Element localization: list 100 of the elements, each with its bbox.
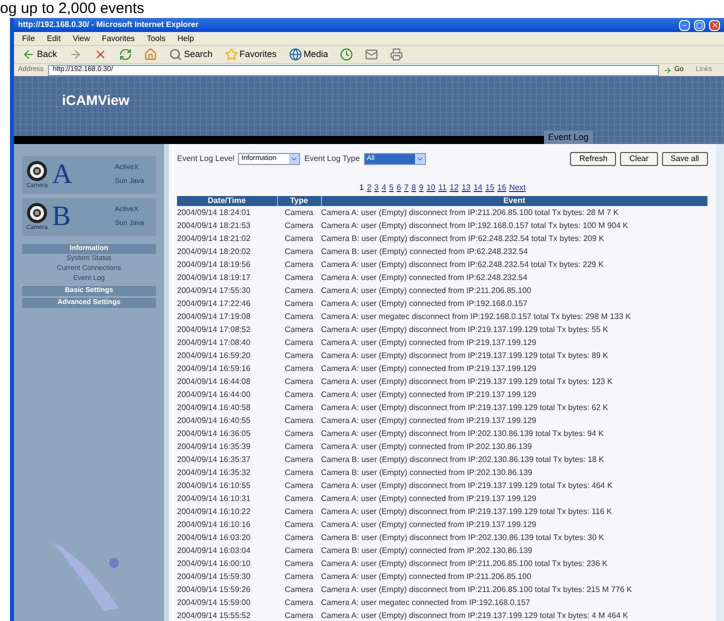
close-button[interactable] bbox=[709, 20, 720, 30]
page-link[interactable]: 11 bbox=[438, 182, 447, 194]
mail-icon bbox=[365, 48, 378, 61]
table-cell-text: 2004/09/14 15:59:00 bbox=[177, 597, 252, 609]
table-cell-text: Camera B: user (Empty) disconnect from IP:202.130.86.139 total Tx bytes: 18 K bbox=[321, 454, 606, 466]
page-link[interactable]: 14 bbox=[473, 182, 482, 194]
page-title: Event Log bbox=[544, 130, 593, 144]
page-link[interactable]: 1 bbox=[359, 182, 364, 194]
table-cell-text: Camera A: user (Empty) disconnect from IP:192.168.0.157 total Tx bytes: 100 M 904 K bbox=[321, 220, 630, 232]
table-cell-text: Camera A: user (Empty) disconnect from IP:211.206.85.100 total Tx bytes: 215 M 776 K bbox=[321, 584, 633, 596]
menu-item[interactable]: File bbox=[22, 32, 35, 44]
history-icon bbox=[340, 48, 354, 61]
home-icon bbox=[144, 48, 158, 61]
menu-item[interactable]: Tools bbox=[146, 32, 166, 44]
table-cell-text: 2004/09/14 16:10:22 bbox=[177, 506, 252, 518]
caption-text: og up to 2,000 events bbox=[0, 0, 144, 18]
table-cell: Camera bbox=[277, 219, 321, 232]
table-cell-text: 2004/09/14 16:44:00 bbox=[177, 389, 252, 401]
table-cell-text: 2004/09/14 16:40:58 bbox=[177, 402, 252, 414]
table-cell-text: Camera A: user megatec disconnect from IP:192.168.0.157 total Tx bytes: 298 M 133 K bbox=[321, 311, 632, 323]
table-cell-text: 2004/09/14 16:59:16 bbox=[177, 363, 252, 375]
table-cell-text: 2004/09/14 18:20:02 bbox=[177, 246, 252, 258]
table-cell-text: 2004/09/14 16:10:16 bbox=[177, 519, 252, 531]
table-cell: Camera bbox=[277, 596, 321, 609]
media-icon bbox=[288, 48, 302, 61]
favorites-button[interactable]: Favorites bbox=[220, 48, 281, 62]
table-cell-text: 2004/09/14 16:35:37 bbox=[177, 454, 252, 466]
page-link[interactable]: 5 bbox=[389, 182, 394, 194]
table-cell-text: Camera A: user (Empty) connected from IP:211.206.85.100 bbox=[321, 285, 532, 297]
search-button[interactable]: Search bbox=[165, 48, 217, 62]
forward-icon bbox=[69, 48, 82, 61]
table-cell: Camera bbox=[277, 557, 321, 570]
media-button[interactable]: Media bbox=[284, 48, 332, 62]
table-cell-text: Camera A: user (Empty) disconnect from IP:219.137.199.129 total Tx bytes: 55 K bbox=[321, 324, 610, 336]
table-cell: Camera bbox=[277, 310, 321, 323]
table-cell: Camera bbox=[277, 414, 321, 427]
table-cell: Camera bbox=[277, 505, 321, 518]
go-arrow-icon bbox=[663, 66, 672, 74]
table-cell-text: 2004/09/14 16:35:32 bbox=[177, 467, 252, 479]
favorites-icon bbox=[224, 48, 238, 61]
window-title: http://192.168.0.30/ - Microsoft Internet Explorer bbox=[18, 19, 200, 31]
page-link[interactable]: 6 bbox=[396, 182, 402, 194]
page-link[interactable]: 16 bbox=[497, 182, 506, 194]
menu-item[interactable]: View bbox=[72, 32, 90, 44]
minimize-button[interactable] bbox=[679, 20, 690, 30]
table-cell-text: Camera A: user (Empty) disconnect from IP:62.248.232.54 total Tx bytes: 229 K bbox=[321, 259, 605, 271]
menu-item[interactable]: Edit bbox=[46, 32, 61, 44]
table-cell: Camera bbox=[277, 271, 321, 284]
table-cell-text: 2004/09/14 16:10:31 bbox=[177, 493, 252, 505]
table-cell: Camera bbox=[277, 336, 321, 349]
table-cell: Camera bbox=[277, 453, 321, 466]
camera-icon bbox=[26, 202, 48, 224]
table-cell-text: 2004/09/14 15:59:26 bbox=[177, 584, 252, 596]
column-header: Date/Time bbox=[177, 196, 277, 206]
page-link[interactable]: 13 bbox=[462, 182, 470, 194]
table-cell-text: 2004/09/14 16:59:20 bbox=[177, 350, 252, 362]
next-link[interactable]: Next bbox=[509, 182, 526, 194]
table-cell-text: Camera A: user megatec connected from IP:192.168.0.157 bbox=[321, 597, 532, 609]
back-icon bbox=[22, 48, 35, 61]
table-cell-text: Camera A: user (Empty) connected from IP:219.137.199.129 bbox=[321, 415, 538, 427]
table-cell-text: 2004/09/14 18:21:53 bbox=[177, 220, 252, 232]
page-link[interactable]: 8 bbox=[412, 182, 416, 194]
table-cell-text: Camera A: user (Empty) connected from IP:219.137.199.129 bbox=[321, 519, 538, 531]
menu-item[interactable]: Help bbox=[177, 32, 194, 44]
page-link[interactable]: 10 bbox=[426, 182, 436, 194]
column-header: Event bbox=[321, 196, 708, 206]
action-button[interactable]: Save all bbox=[662, 152, 708, 166]
page-link[interactable]: 3 bbox=[374, 182, 379, 194]
table-cell: Camera A: user (Empty) disconnect from IP:211.206.85.100 total Tx bytes: 28 M 7 K bbox=[321, 206, 708, 219]
stop-icon bbox=[94, 48, 108, 61]
table-cell-text: 2004/09/14 17:19:08 bbox=[177, 311, 252, 323]
table-cell-text: Camera B: user (Empty) connected from IP:202.130.86.139 bbox=[321, 467, 534, 479]
table-cell-text: 2004/09/14 16:40:55 bbox=[177, 415, 252, 427]
page-link[interactable]: 2 bbox=[366, 182, 372, 194]
page-link[interactable]: 15 bbox=[485, 182, 494, 194]
page-link[interactable]: 9 bbox=[418, 182, 424, 194]
column-header: Type bbox=[277, 196, 321, 206]
table-cell-text: 2004/09/14 16:35:39 bbox=[177, 441, 252, 453]
maximize-button[interactable] bbox=[694, 20, 705, 30]
camera-letter: A bbox=[52, 161, 72, 189]
back-button[interactable]: Back bbox=[18, 48, 62, 62]
page-link[interactable]: 12 bbox=[450, 182, 459, 194]
action-button[interactable]: Refresh bbox=[570, 152, 616, 166]
table-cell-text: Camera A: user (Empty) disconnect from IP:211.206.85.100 total Tx bytes: 236 K bbox=[321, 558, 609, 570]
table-cell-text: Camera B: user (Empty) disconnect from IP:202.130.86.139 total Tx bytes: 30 K bbox=[321, 532, 606, 544]
action-button[interactable]: Clear bbox=[620, 152, 658, 166]
table-cell-text: Camera A: user (Empty) disconnect from IP:219.137.199.129 total Tx bytes: 123 K bbox=[321, 376, 614, 388]
table-cell: Camera bbox=[277, 544, 321, 557]
table-cell-text: Camera B: user (Empty) connected from IP:202.130.86.139 bbox=[321, 545, 534, 557]
camera-icon bbox=[26, 160, 48, 182]
table-cell-text: 2004/09/14 16:00:10 bbox=[177, 558, 252, 570]
search-icon bbox=[169, 48, 182, 61]
page-link[interactable]: 7 bbox=[404, 182, 409, 194]
table-cell-text: Camera B: user (Empty) connected from IP:62.248.232.54 bbox=[321, 246, 529, 258]
table-cell: Camera bbox=[277, 258, 321, 271]
table-cell: 2004/09/14 18:24:01 bbox=[177, 206, 277, 219]
table-cell: Camera bbox=[277, 284, 321, 297]
page-link[interactable]: 4 bbox=[382, 182, 386, 194]
table-cell: Camera bbox=[277, 388, 321, 401]
menu-item[interactable]: Favorites bbox=[102, 32, 135, 44]
